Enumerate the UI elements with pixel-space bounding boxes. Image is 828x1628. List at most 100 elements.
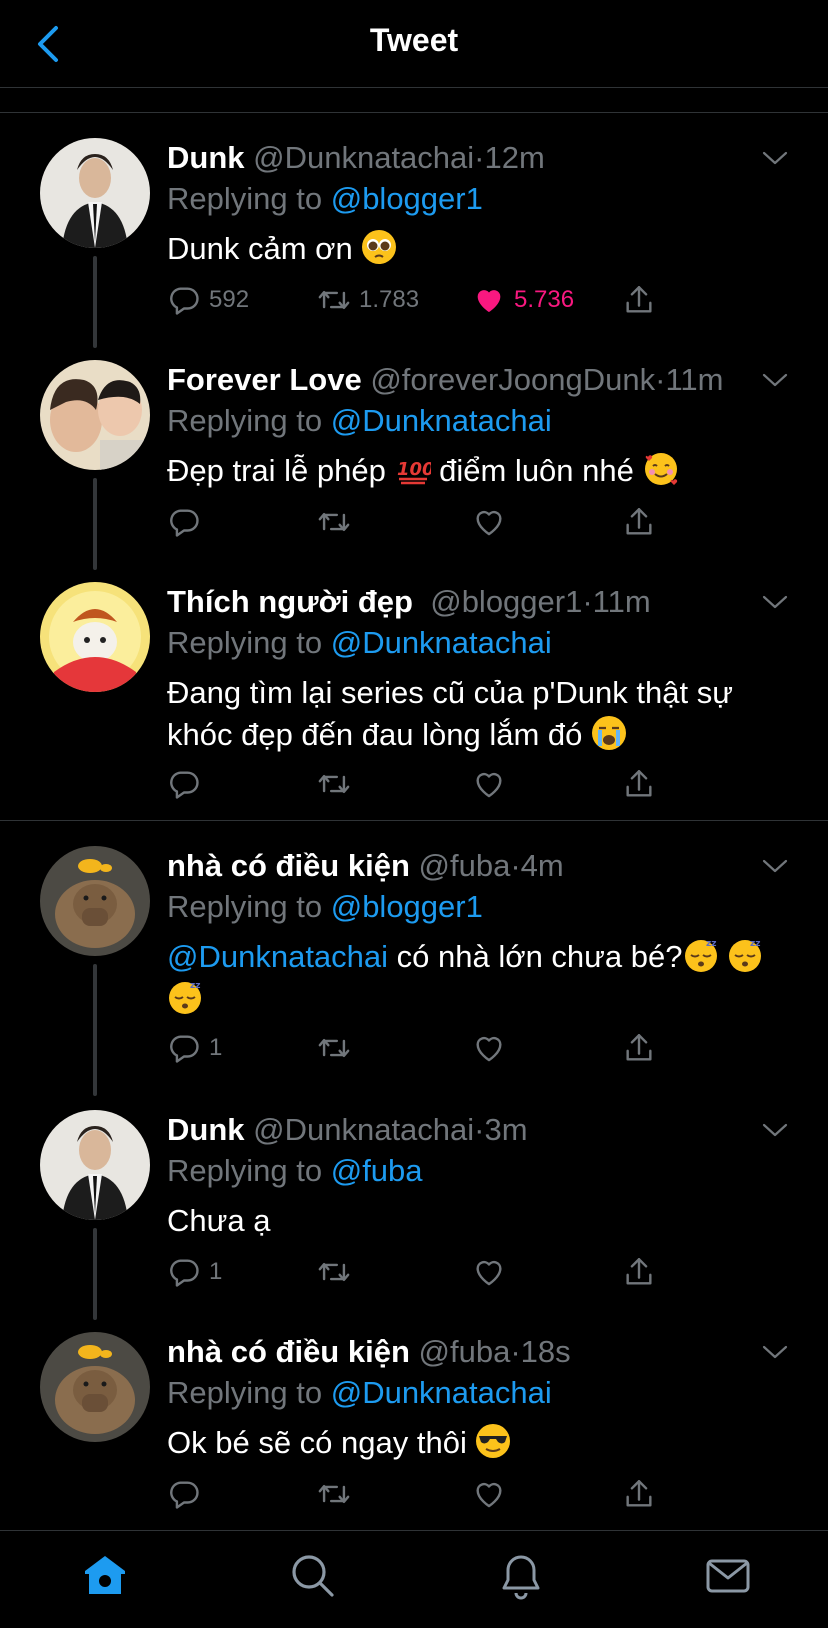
hundred-points-icon [395,451,431,487]
loudly-crying-face-icon [591,715,627,751]
author-handle[interactable]: @foreverJoongDunk [370,362,655,397]
heart-filled-icon [472,283,506,317]
avatar[interactable] [40,846,150,956]
author-handle[interactable]: @fuba [419,848,511,883]
chevron-down-icon[interactable] [762,858,788,874]
replying-to-link[interactable]: @blogger1 [331,889,483,924]
mention-link[interactable]: @Dunknatachai [167,939,388,974]
bottom-tab-bar [0,1530,828,1628]
chevron-down-icon[interactable] [762,1122,788,1138]
tweet-item[interactable]: nhà có điều kiện @fuba·18s Replying to @… [0,1332,828,1522]
tweet-text: điểm luôn nhé [439,453,634,488]
chevron-down-icon[interactable] [762,594,788,610]
top-bar: Tweet [0,0,828,88]
author-handle[interactable]: @blogger1 [430,584,582,619]
replying-to-label: Replying to [167,1375,331,1410]
tweet-item[interactable]: nhà có điều kiện @fuba·4m Replying to @b… [0,846,828,1096]
chevron-down-icon[interactable] [762,150,788,166]
separator-dot: · [474,140,485,175]
retweet-button[interactable] [317,1252,351,1292]
author-handle[interactable]: @Dunknatachai [253,140,474,175]
like-button[interactable] [472,1474,506,1514]
separator-dot: · [510,1334,521,1369]
tweet-text: Dunk cảm ơn [167,231,353,266]
author-handle[interactable]: @Dunknatachai [253,1112,474,1147]
like-button[interactable]: 5.736 [472,280,574,320]
tweet-item[interactable]: Forever Love @foreverJoongDunk·11m Reply… [0,360,828,570]
retweet-button[interactable] [317,1028,351,1068]
reply-button[interactable]: 1 [167,1028,222,1068]
reply-button[interactable] [167,764,201,804]
retweet-icon [317,283,351,317]
author-handle[interactable]: @fuba [419,1334,511,1369]
avatar[interactable] [40,582,150,692]
reply-count: 1 [209,1258,223,1285]
avatar[interactable] [40,360,150,470]
author-name[interactable]: nhà có điều kiện [167,848,410,883]
share-button[interactable] [622,1252,656,1292]
tweet-item[interactable]: Dunk @Dunknatachai·12m Replying to @blog… [0,138,828,348]
chevron-down-icon[interactable] [762,1344,788,1360]
reply-button[interactable] [167,502,201,542]
share-button[interactable] [622,280,656,320]
replying-to-link[interactable]: @Dunknatachai [331,403,552,438]
share-icon [622,1031,656,1065]
share-button[interactable] [622,1028,656,1068]
notifications-icon[interactable] [496,1551,546,1601]
chevron-down-icon[interactable] [762,372,788,388]
reply-icon [167,1477,201,1511]
like-button[interactable] [472,502,506,542]
retweet-button[interactable] [317,1474,351,1514]
tweet-item[interactable]: Thích người đẹp @blogger1·11m Replying t… [0,582,828,822]
separator-dot: · [582,584,593,619]
replying-to-link[interactable]: @blogger1 [331,181,483,216]
author-name[interactable]: Thích người đẹp [167,584,413,619]
tweet-text: Ok bé sẽ có ngay thôi [167,1425,467,1460]
search-icon[interactable] [288,1551,338,1601]
replying-to-link[interactable]: @Dunknatachai [331,1375,552,1410]
sleeping-face-icon [683,937,719,973]
messages-icon[interactable] [703,1551,753,1601]
tweet-text: Đang tìm lại series cũ của p'Dunk thật s… [167,675,733,752]
replying-to-link[interactable]: @Dunknatachai [331,625,552,660]
reply-button[interactable]: 592 [167,280,249,320]
reply-count: 1 [209,1034,223,1061]
timestamp: 4m [520,848,564,883]
tweet-text: Đẹp trai lễ phép [167,453,386,488]
pleading-face-icon [361,229,397,265]
author-name[interactable]: nhà có điều kiện [167,1334,410,1369]
reply-button[interactable] [167,1474,201,1514]
like-count: 5.736 [514,286,575,313]
avatar[interactable] [40,1110,150,1220]
author-name[interactable]: Dunk [167,140,245,175]
share-button[interactable] [622,502,656,542]
separator-dot: · [474,1112,485,1147]
retweet-button[interactable] [317,502,351,542]
heart-icon [472,1031,506,1065]
timestamp: 11m [665,362,724,397]
reply-icon [167,505,201,539]
retweet-icon [317,1477,351,1511]
share-button[interactable] [622,764,656,804]
author-name[interactable]: Forever Love [167,362,362,397]
share-button[interactable] [622,1474,656,1514]
reply-count: 592 [209,286,250,313]
like-button[interactable] [472,1252,506,1292]
retweet-button[interactable]: 1.783 [317,280,419,320]
thread-line [93,478,97,570]
avatar[interactable] [40,138,150,248]
reply-button[interactable]: 1 [167,1252,222,1292]
author-name[interactable]: Dunk [167,1112,245,1147]
share-icon [622,1255,656,1289]
like-button[interactable] [472,1028,506,1068]
sleeping-face-icon [727,937,763,973]
retweet-button[interactable] [317,764,351,804]
avatar[interactable] [40,1332,150,1442]
share-icon [622,1477,656,1511]
home-icon[interactable] [80,1551,130,1601]
replying-to-label: Replying to [167,181,331,216]
separator-dot: · [655,362,666,397]
tweet-item[interactable]: Dunk @Dunknatachai·3m Replying to @fuba … [0,1110,828,1320]
like-button[interactable] [472,764,506,804]
replying-to-link[interactable]: @fuba [331,1153,423,1188]
